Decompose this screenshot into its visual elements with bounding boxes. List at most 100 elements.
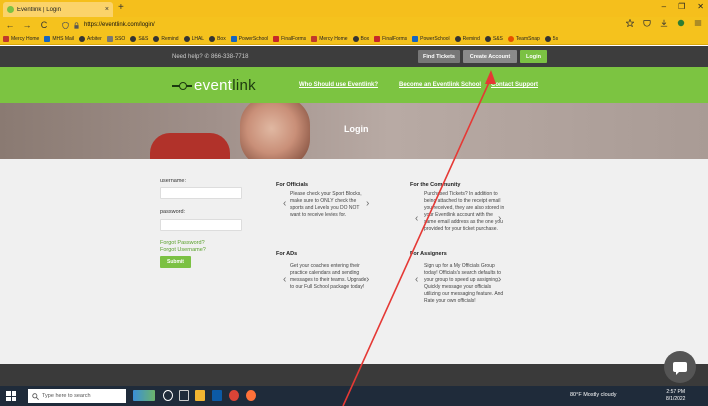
chevron-right-icon[interactable]: ›	[498, 214, 501, 224]
card-text-assigners: Sign up for a My Officials Group today! …	[424, 263, 504, 304]
logo-suffix: link	[232, 77, 256, 94]
bookmark-item[interactable]: Arbiter	[79, 35, 102, 42]
site-top-bar: Need help? ✆ 866-338-7718 Find Tickets C…	[0, 46, 708, 67]
bookmark-item[interactable]: Box	[209, 35, 226, 42]
bookmark-icon	[484, 35, 491, 42]
top-login-button[interactable]: Login	[520, 50, 547, 63]
maximize-icon[interactable]: ❐	[678, 2, 685, 11]
outlook-icon[interactable]	[212, 390, 222, 401]
chat-button[interactable]	[664, 351, 696, 383]
bookmark-icon	[44, 35, 51, 42]
taskbar-search[interactable]: Type here to search	[28, 389, 126, 403]
bookmark-item[interactable]: S&S	[484, 35, 503, 42]
chrome-icon[interactable]	[229, 390, 239, 401]
chevron-left-icon[interactable]: ‹	[415, 214, 418, 224]
chevron-right-icon[interactable]: ›	[366, 275, 369, 285]
taskbar-clock[interactable]: 2:57 PM 8/1/2022	[666, 389, 685, 403]
bookmark-star-icon[interactable]	[626, 19, 634, 27]
bookmark-item[interactable]: S&S	[130, 35, 148, 42]
bookmark-icon	[412, 35, 419, 42]
create-account-button[interactable]: Create Account	[463, 50, 517, 63]
window-controls: – ❐ ✕	[662, 2, 704, 11]
close-window-icon[interactable]: ✕	[697, 2, 704, 11]
bookmark-item[interactable]: Remind	[454, 35, 480, 42]
bookmark-icon	[153, 35, 160, 42]
page-title: Login	[344, 124, 369, 134]
card-title-assigners: For Assigners	[410, 251, 447, 257]
bookmark-item[interactable]: LHAL	[183, 35, 204, 42]
bookmark-item[interactable]: Box	[352, 35, 369, 42]
pocket-icon[interactable]	[643, 19, 651, 27]
weather-tray[interactable]: 80°F Mostly cloudy	[570, 392, 617, 398]
chevron-right-icon[interactable]: ›	[498, 275, 501, 285]
find-tickets-button[interactable]: Find Tickets	[418, 50, 460, 63]
extension-icon[interactable]	[677, 19, 685, 27]
download-icon[interactable]	[660, 19, 668, 27]
shield-icon	[62, 21, 69, 29]
new-tab-button[interactable]: +	[118, 2, 124, 14]
card-title-officials: For Officials	[276, 182, 309, 188]
back-button[interactable]: ←	[3, 20, 17, 30]
bookmark-item[interactable]: Remind	[153, 35, 179, 42]
bookmark-item[interactable]: FinalForms	[273, 35, 306, 42]
bookmark-item[interactable]: PowerSchool	[230, 35, 268, 42]
eventlink-favicon-icon	[7, 6, 14, 13]
nav-contact-support[interactable]: Contact Support	[491, 82, 538, 88]
news-widget-icon[interactable]	[133, 390, 155, 401]
bookmark-item[interactable]: 5s	[544, 35, 558, 42]
bookmark-icon	[230, 35, 237, 42]
bookmark-item[interactable]: PowerSchool	[412, 35, 450, 42]
bookmark-item[interactable]: Mercy Home	[311, 35, 348, 42]
site-footer	[0, 364, 708, 386]
username-input[interactable]	[160, 187, 242, 199]
windows-start-icon[interactable]	[6, 391, 16, 401]
task-view-icon[interactable]	[179, 390, 189, 401]
password-input[interactable]	[160, 219, 242, 231]
nav-who-should-use[interactable]: Who Should use Eventlink?	[299, 82, 378, 88]
reload-button[interactable]: C	[37, 20, 51, 30]
forward-button[interactable]: →	[20, 20, 34, 30]
nav-become-school[interactable]: Become an Eventlink School	[399, 82, 481, 88]
forgot-username-link[interactable]: Forgot Username?	[160, 247, 206, 253]
bookmark-item[interactable]: TeamSnap	[507, 35, 540, 42]
screen: Eventlink | Login × + – ❐ ✕ ← → C https:…	[0, 0, 708, 406]
main-content: username: password: Forgot Password? For…	[0, 159, 708, 364]
cortana-icon[interactable]	[163, 390, 173, 401]
chevron-left-icon[interactable]: ‹	[283, 275, 286, 285]
bookmark-icon	[3, 35, 9, 42]
browser-toolbar-right	[626, 19, 702, 27]
tab-title: Eventlink | Login	[17, 6, 61, 13]
firefox-icon[interactable]	[246, 390, 256, 401]
chevron-right-icon[interactable]: ›	[366, 199, 369, 209]
bookmark-icon	[352, 35, 359, 42]
url-text[interactable]: https://eventlink.com/login/	[84, 22, 155, 28]
card-text-community: Purchased Tickets? In addition to being …	[424, 191, 505, 232]
bookmark-icon	[209, 35, 216, 42]
taskbar-search-placeholder: Type here to search	[42, 393, 91, 399]
bookmark-icon	[273, 35, 280, 42]
tab-close-icon[interactable]: ×	[105, 6, 109, 13]
bookmark-icon	[454, 35, 461, 42]
bookmark-item[interactable]: MHS Mail	[44, 35, 74, 42]
bookmark-icon	[79, 35, 86, 42]
chat-bubble-icon	[673, 362, 687, 375]
browser-tab[interactable]: Eventlink | Login ×	[3, 2, 113, 17]
logo-mark-icon	[172, 81, 192, 90]
address-bar[interactable]: https://eventlink.com/login/	[62, 19, 622, 31]
submit-button[interactable]: Submit	[160, 256, 191, 268]
menu-icon[interactable]	[694, 19, 702, 27]
bookmark-item[interactable]: SSO	[106, 35, 125, 42]
help-phone[interactable]: Need help? ✆ 866-338-7718	[172, 53, 248, 60]
chevron-left-icon[interactable]: ‹	[415, 275, 418, 285]
bookmark-item[interactable]: Mercy Home	[3, 35, 39, 42]
bookmark-icon	[311, 35, 318, 42]
card-text-officials: Please check your Sport Blocks, make sur…	[290, 191, 362, 218]
chevron-left-icon[interactable]: ‹	[283, 199, 286, 209]
bookmarks-bar: Mercy Home MHS Mail Arbiter SSO S&S Remi…	[0, 33, 708, 45]
forgot-password-link[interactable]: Forgot Password?	[160, 240, 205, 246]
card-title-community: For the Community	[410, 182, 461, 188]
eventlink-logo[interactable]: eventlink	[172, 77, 256, 94]
bookmark-item[interactable]: FinalForms	[374, 35, 407, 42]
minimize-icon[interactable]: –	[662, 2, 666, 11]
file-explorer-icon[interactable]	[195, 390, 205, 401]
